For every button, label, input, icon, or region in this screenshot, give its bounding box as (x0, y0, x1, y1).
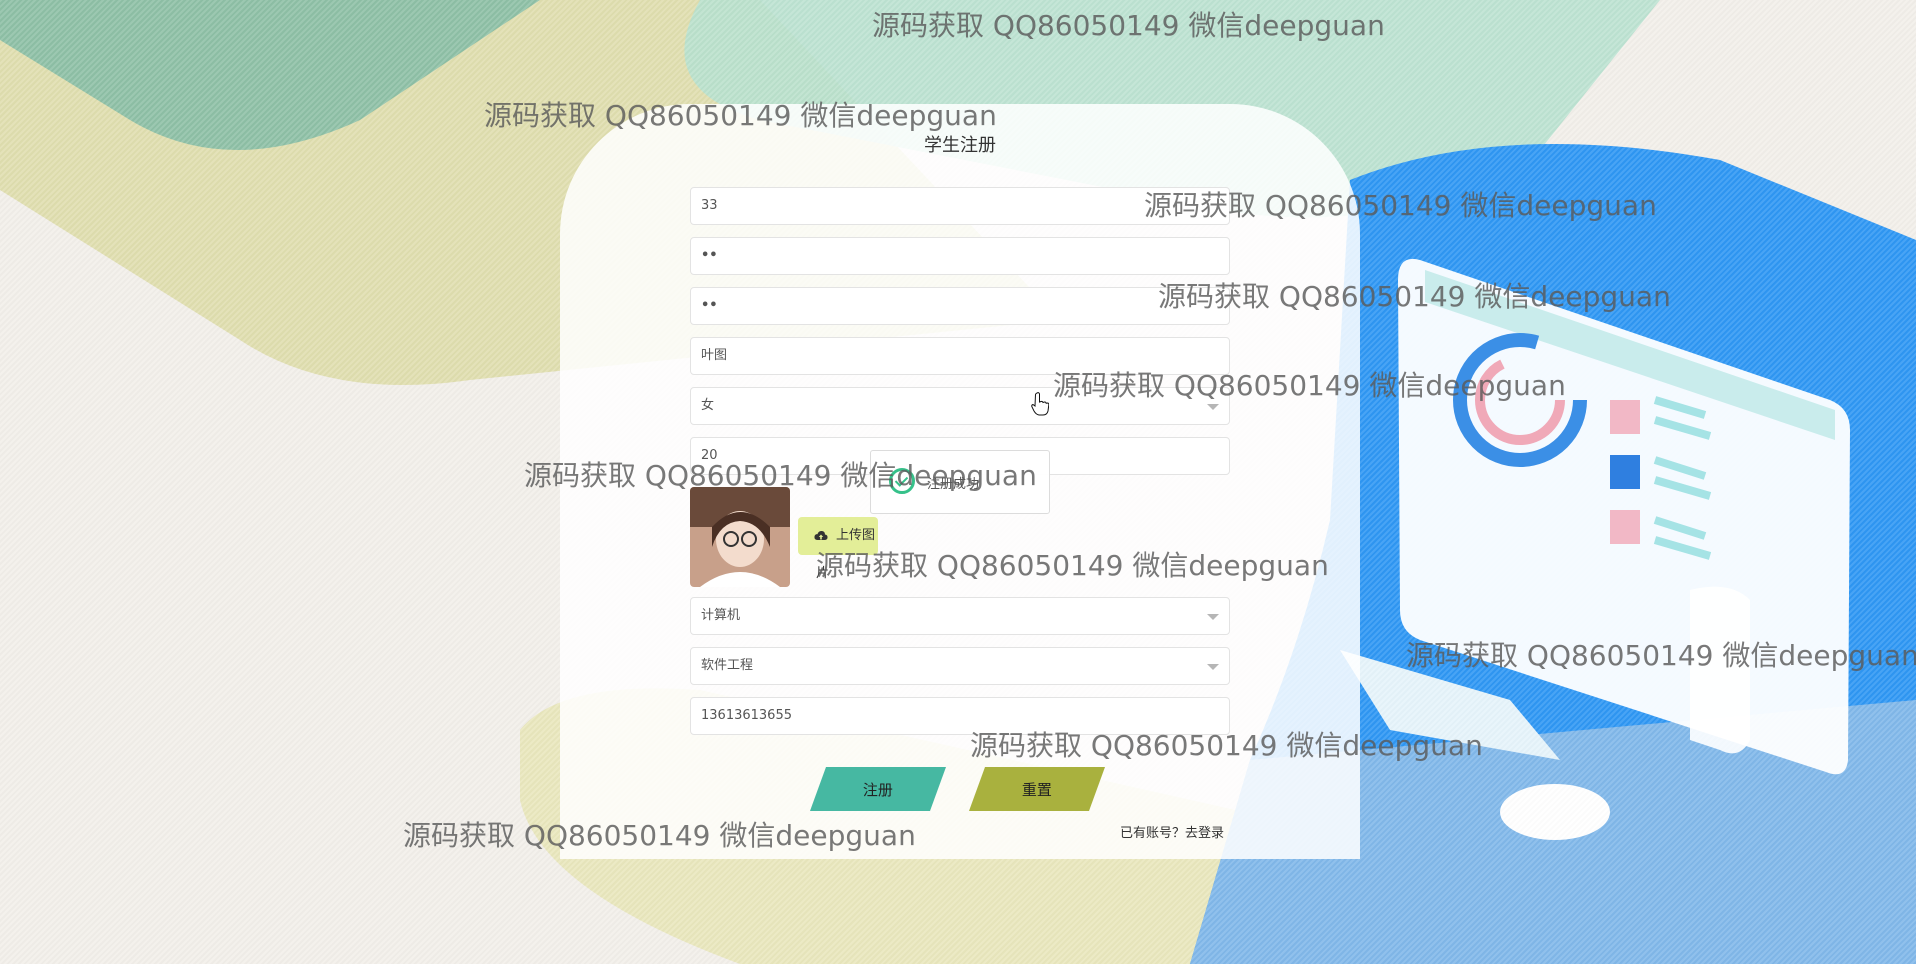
register-button-label: 注册 (862, 780, 893, 799)
reset-button[interactable]: 重置 (968, 767, 1106, 811)
success-toast: 注册成功 (870, 450, 1050, 514)
confirm-password-input[interactable]: •• (690, 287, 1230, 325)
hand-pointer-icon (1031, 392, 1049, 416)
login-prompt-line: 已有账号？去登录 (1120, 822, 1224, 841)
gender-select[interactable]: 女 (690, 387, 1230, 425)
password-input[interactable]: •• (690, 237, 1230, 275)
avatar-image (690, 487, 790, 587)
student-no-input[interactable]: 33 (690, 187, 1230, 225)
cloud-upload-icon (814, 530, 828, 540)
reset-button-label: 重置 (1021, 780, 1052, 799)
check-circle-icon (889, 468, 915, 494)
computer-illustration (1398, 258, 1850, 775)
register-button[interactable]: 注册 (809, 767, 947, 811)
go-login-link[interactable]: 去登录 (1185, 826, 1224, 841)
login-prompt-text: 已有账号？ (1120, 826, 1186, 841)
upload-image-button[interactable]: 上传图片 (798, 517, 878, 581)
phone-input[interactable]: 13613613655 (690, 697, 1230, 735)
major-select[interactable]: 软件工程 (690, 647, 1230, 685)
avatar-preview (690, 487, 790, 587)
toast-message: 注册成功 (927, 477, 980, 492)
college-select[interactable]: 计算机 (690, 597, 1230, 635)
name-input[interactable]: 叶图 (690, 337, 1230, 375)
page-title: 学生注册 (924, 135, 996, 156)
